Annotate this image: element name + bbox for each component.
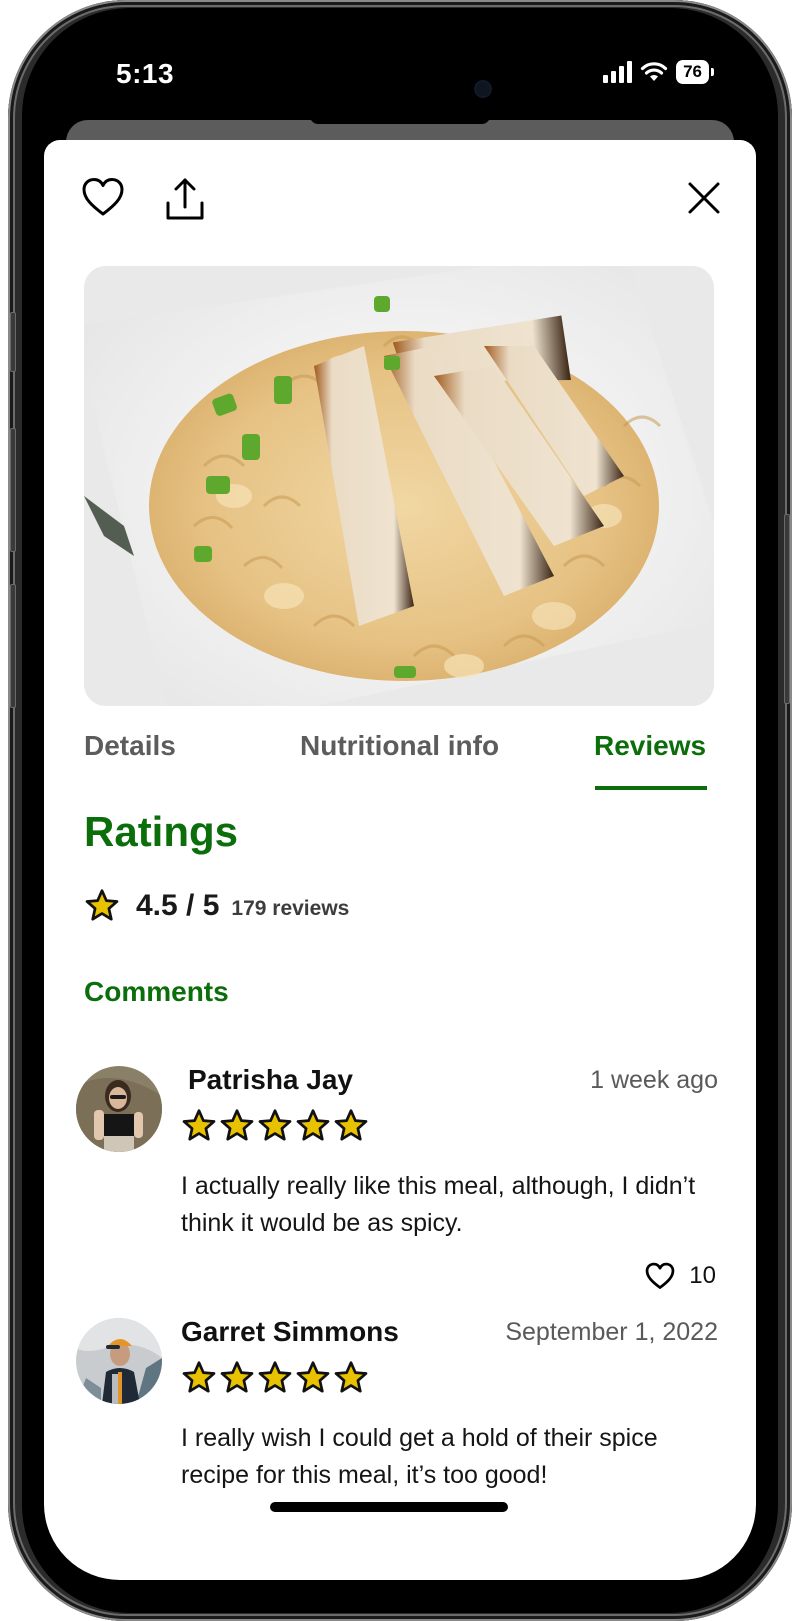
dynamic-island-notch [310, 116, 490, 124]
battery-tip [711, 68, 714, 76]
top-action-bar [44, 140, 756, 240]
close-x-icon [688, 182, 720, 214]
favorite-button[interactable] [80, 174, 126, 220]
reviewer-avatar[interactable] [76, 1066, 162, 1152]
star-icon [334, 1361, 368, 1393]
tab-details[interactable]: Details [84, 730, 176, 762]
active-tab-indicator [595, 786, 707, 790]
review-text: I actually really like this meal, althou… [181, 1172, 696, 1237]
star-icon [182, 1361, 216, 1393]
review-stars [181, 1360, 369, 1396]
overall-rating: 4.5 / 5 179 reviews [84, 888, 349, 924]
avatar-photo [76, 1066, 162, 1152]
recipe-detail-sheet: Details Nutritional info Reviews Ratings… [44, 140, 756, 1580]
star-icon [220, 1109, 254, 1141]
review-count: 179 reviews [231, 897, 350, 920]
wifi-icon [640, 62, 668, 81]
share-button[interactable] [162, 174, 208, 224]
status-icons: 76 [603, 60, 714, 84]
comments-heading: Comments [84, 976, 229, 1007]
power-button [784, 514, 790, 704]
review-date: September 1, 2022 [505, 1318, 718, 1346]
reviewer-avatar[interactable] [76, 1318, 162, 1404]
review-date: 1 week ago [590, 1066, 718, 1094]
heart-outline-icon [82, 178, 124, 216]
star-icon [258, 1361, 292, 1393]
battery-level: 76 [676, 60, 709, 84]
front-camera [476, 82, 490, 96]
star-icon [85, 889, 119, 921]
tab-bar: Details Nutritional info Reviews [44, 730, 756, 790]
ratings-heading: Ratings [84, 808, 239, 855]
volume-down-button [10, 584, 16, 708]
recipe-hero-image [84, 266, 714, 706]
reviewer-name: Garret Simmons [181, 1316, 399, 1347]
avatar-photo [76, 1318, 162, 1404]
rating-value: 4.5 / 5 [136, 889, 220, 922]
volume-up-button [10, 428, 16, 552]
star-icon [296, 1361, 330, 1393]
reviewer-name: Patrisha Jay [188, 1064, 353, 1095]
tab-nutritional-info[interactable]: Nutritional info [300, 730, 499, 762]
star-icon [296, 1109, 330, 1141]
share-upload-icon [166, 178, 204, 220]
star-icon [220, 1361, 254, 1393]
star-icon [182, 1109, 216, 1141]
like-heart-icon[interactable] [645, 1262, 675, 1290]
cellular-signal-icon [603, 61, 633, 83]
review-stars [181, 1108, 369, 1144]
close-button[interactable] [682, 176, 726, 220]
tab-reviews[interactable]: Reviews [594, 730, 706, 762]
like-control: 10 [645, 1262, 716, 1290]
star-icon [334, 1109, 368, 1141]
like-count: 10 [689, 1262, 716, 1289]
battery-indicator: 76 [676, 60, 714, 84]
silent-switch [10, 312, 16, 372]
star-icon [258, 1109, 292, 1141]
status-time: 5:13 [116, 58, 175, 89]
review-text: I really wish I could get a hold of thei… [181, 1424, 658, 1489]
food-photo-illustration [84, 266, 714, 706]
home-indicator[interactable] [270, 1502, 508, 1512]
